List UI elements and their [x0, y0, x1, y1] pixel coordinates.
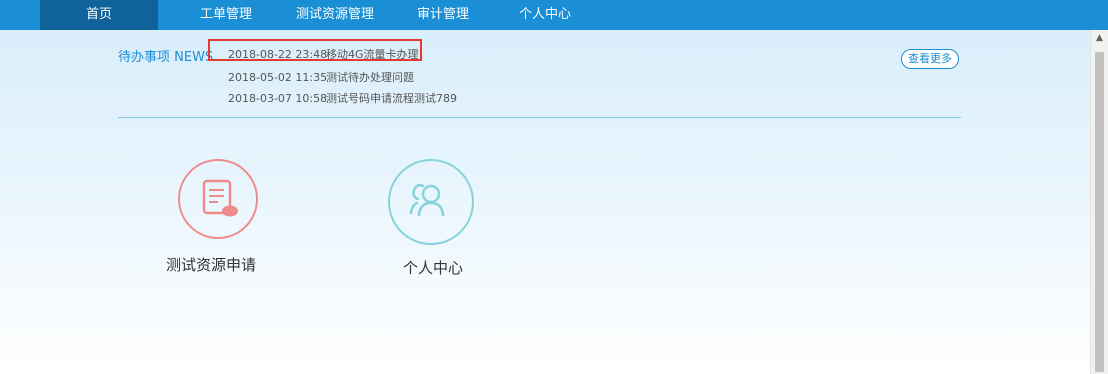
tile-personal-center[interactable]: 个人中心: [388, 155, 478, 277]
users-icon: [409, 183, 445, 217]
nav-item-personal-center[interactable]: 个人中心: [505, 0, 585, 30]
document-apply-icon: [202, 179, 238, 217]
news-item-date: 2018-03-07 10:58: [228, 92, 328, 105]
vertical-scrollbar[interactable]: ▲: [1090, 30, 1108, 374]
nav-item-test-resources[interactable]: 测试资源管理: [290, 0, 380, 30]
divider: [118, 117, 961, 118]
news-item-text: 测试待办处理问题: [326, 71, 414, 84]
news-title[interactable]: 待办事项 NEWS: [118, 46, 213, 65]
tile-circle: [388, 159, 474, 245]
nav-item-audit[interactable]: 审计管理: [408, 0, 478, 30]
tile-circle: [178, 159, 258, 239]
scroll-thumb[interactable]: [1095, 52, 1104, 372]
tile-test-resource-apply[interactable]: 测试资源申请: [160, 155, 276, 275]
news-item[interactable]: 2018-05-02 11:35测试待办处理问题: [228, 69, 414, 85]
highlight-box: [208, 39, 422, 61]
top-navbar: 首页 工单管理 测试资源管理 审计管理 个人中心: [0, 0, 1108, 30]
view-more-button[interactable]: 查看更多: [901, 49, 959, 69]
nav-item-home[interactable]: 首页: [40, 0, 158, 30]
news-item[interactable]: 2018-03-07 10:58测试号码申请流程测试789: [228, 90, 457, 106]
nav-item-work-orders[interactable]: 工单管理: [186, 0, 266, 30]
scroll-up-icon[interactable]: ▲: [1091, 30, 1108, 47]
news-item-date: 2018-05-02 11:35: [228, 71, 328, 84]
tile-label: 测试资源申请: [166, 256, 257, 274]
news-item-text: 测试号码申请流程测试789: [326, 92, 457, 105]
tile-label: 个人中心: [403, 259, 464, 277]
